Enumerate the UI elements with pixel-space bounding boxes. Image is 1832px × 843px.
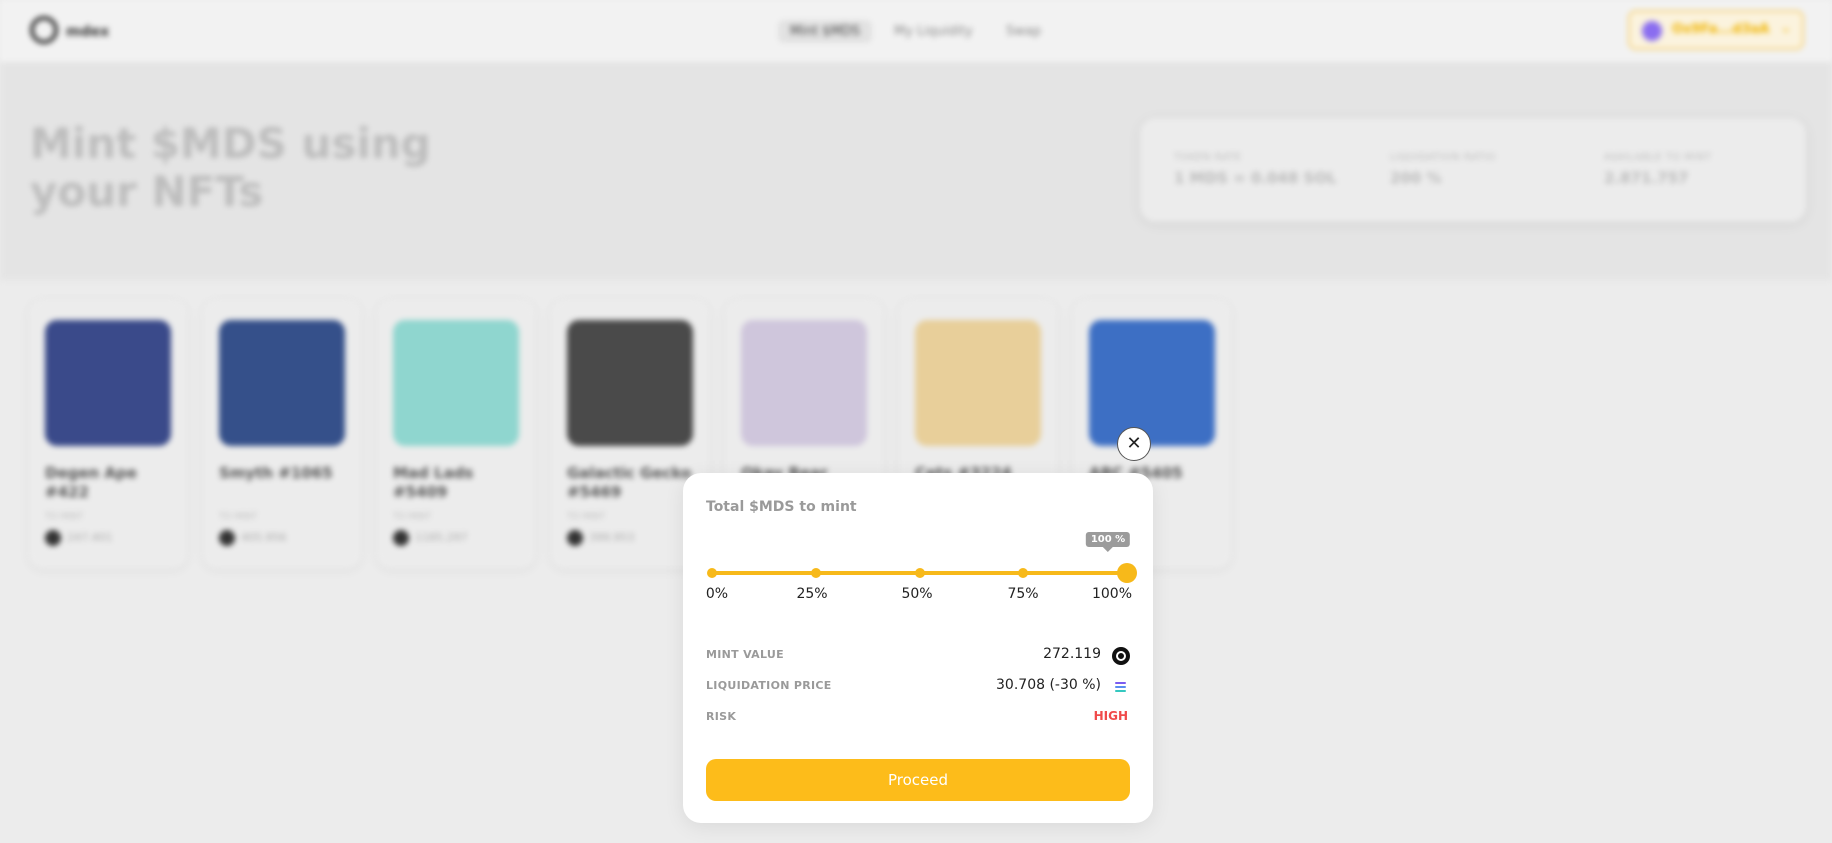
slider-step-25[interactable] — [810, 568, 821, 578]
hero-section: Mint $MDS using your NFTs Token Rate 1 M… — [0, 62, 1832, 280]
mint-value: 272.119 — [1043, 646, 1101, 662]
close-icon: ✕ — [1126, 433, 1142, 454]
nft-image — [45, 320, 171, 446]
stat-label: Token Rate — [1174, 152, 1242, 163]
nft-card[interactable]: Degen Ape #422 TO MINT 247.401 — [29, 300, 187, 568]
nft-sub-label: TO MINT — [393, 512, 432, 522]
mds-coin-icon — [45, 530, 61, 546]
stat-value: 2.871.757 — [1604, 169, 1689, 187]
stat-available: Available to mint 2.871.757 — [1604, 152, 1804, 187]
slider-tooltip: 100 % — [1085, 532, 1131, 552]
wallet-avatar — [1642, 21, 1662, 41]
slider-label-25: 25% — [796, 586, 828, 602]
stat-token-rate: Token Rate 1 MDS = 0.048 SOL — [1174, 152, 1374, 187]
nft-name: Degen Ape #422 — [45, 464, 137, 501]
nft-sub-label: TO MINT — [567, 512, 606, 522]
logo-text: mdex — [66, 24, 110, 40]
stat-label: Available to mint — [1604, 152, 1712, 163]
nft-sub-label: TO MINT — [45, 512, 84, 522]
wallet-button[interactable]: Ox9Fa...d3aA ⌄ — [1628, 10, 1804, 50]
slider-thumb[interactable] — [1117, 563, 1137, 583]
slider-step-75[interactable] — [1018, 568, 1029, 578]
nft-name: Galactic Gecko #5469 — [567, 464, 692, 501]
nft-image — [741, 320, 867, 446]
slider-label-75: 75% — [1007, 586, 1039, 602]
nft-image — [219, 320, 345, 446]
stat-value: 1 MDS = 0.048 SOL — [1174, 169, 1337, 187]
nft-value-text: 399.953 — [589, 531, 635, 544]
nft-value-text: 247.401 — [67, 531, 113, 544]
nft-value: 399.953 — [567, 530, 635, 546]
nav-my-liquidity[interactable]: My Liquidity — [882, 20, 985, 43]
nft-card[interactable]: Mad Lads #5409 TO MINT 1185.297 — [377, 300, 535, 568]
slider-step-50[interactable] — [914, 568, 925, 578]
page-title: Mint $MDS using your NFTs — [30, 119, 431, 216]
stats-panel: Token Rate 1 MDS = 0.048 SOL Liquidation… — [1140, 118, 1806, 222]
nft-sub-label: TO MINT — [219, 512, 258, 522]
modal-title: Total $MDS to mint — [706, 499, 857, 515]
slider-label-0: 0% — [705, 586, 729, 602]
liquidation-price-value: 30.708 (-30 %) — [996, 677, 1101, 693]
liquidation-price-label: LIQUIDATION PRICE — [706, 679, 832, 692]
nft-value-text: 405.956 — [241, 531, 287, 544]
nft-value: 1185.297 — [393, 530, 468, 546]
mds-coin-icon — [393, 530, 409, 546]
chevron-down-icon: ⌄ — [1780, 20, 1792, 36]
mds-coin-icon — [567, 530, 583, 546]
nav-swap[interactable]: Swap — [994, 20, 1053, 43]
wallet-address: Ox9Fa...d3aA — [1672, 22, 1770, 37]
mds-coin-icon — [219, 530, 235, 546]
nft-value-text: 1185.297 — [415, 531, 468, 544]
mint-value-label: MINT VALUE — [706, 648, 784, 661]
nft-image — [915, 320, 1041, 446]
slider-label-50: 50% — [901, 586, 933, 602]
slider-step-0[interactable] — [707, 568, 717, 578]
logo-icon — [30, 16, 58, 44]
close-button[interactable]: ✕ — [1117, 427, 1151, 461]
risk-value: HIGH — [1093, 709, 1128, 723]
nav-mint[interactable]: Mint $MDS — [778, 20, 873, 43]
nft-image — [567, 320, 693, 446]
nft-value: 247.401 — [45, 530, 113, 546]
stat-label: Liquidation Ratio — [1390, 152, 1496, 163]
nft-image — [1089, 320, 1215, 446]
sol-icon — [1115, 682, 1126, 692]
nft-value: 405.956 — [219, 530, 287, 546]
nft-image — [393, 320, 519, 446]
nft-name: Smyth #1065 — [219, 464, 333, 482]
mds-coin-icon — [1112, 647, 1130, 665]
proceed-button[interactable]: Proceed — [706, 759, 1130, 801]
risk-label: RISK — [706, 710, 737, 723]
stat-liquidation-ratio: Liquidation Ratio 200 % — [1390, 152, 1590, 187]
nft-name: Mad Lads #5409 — [393, 464, 474, 501]
slider-label-100: 100% — [1091, 586, 1133, 602]
stat-value: 200 % — [1390, 169, 1442, 187]
nft-card[interactable]: Smyth #1065 TO MINT 405.956 — [203, 300, 361, 568]
mint-modal: Total $MDS to mint 100 % 0% 25% 50% 75% … — [683, 473, 1153, 823]
top-bar: mdex Mint $MDS My Liquidity Swap Ox9Fa..… — [0, 0, 1832, 62]
